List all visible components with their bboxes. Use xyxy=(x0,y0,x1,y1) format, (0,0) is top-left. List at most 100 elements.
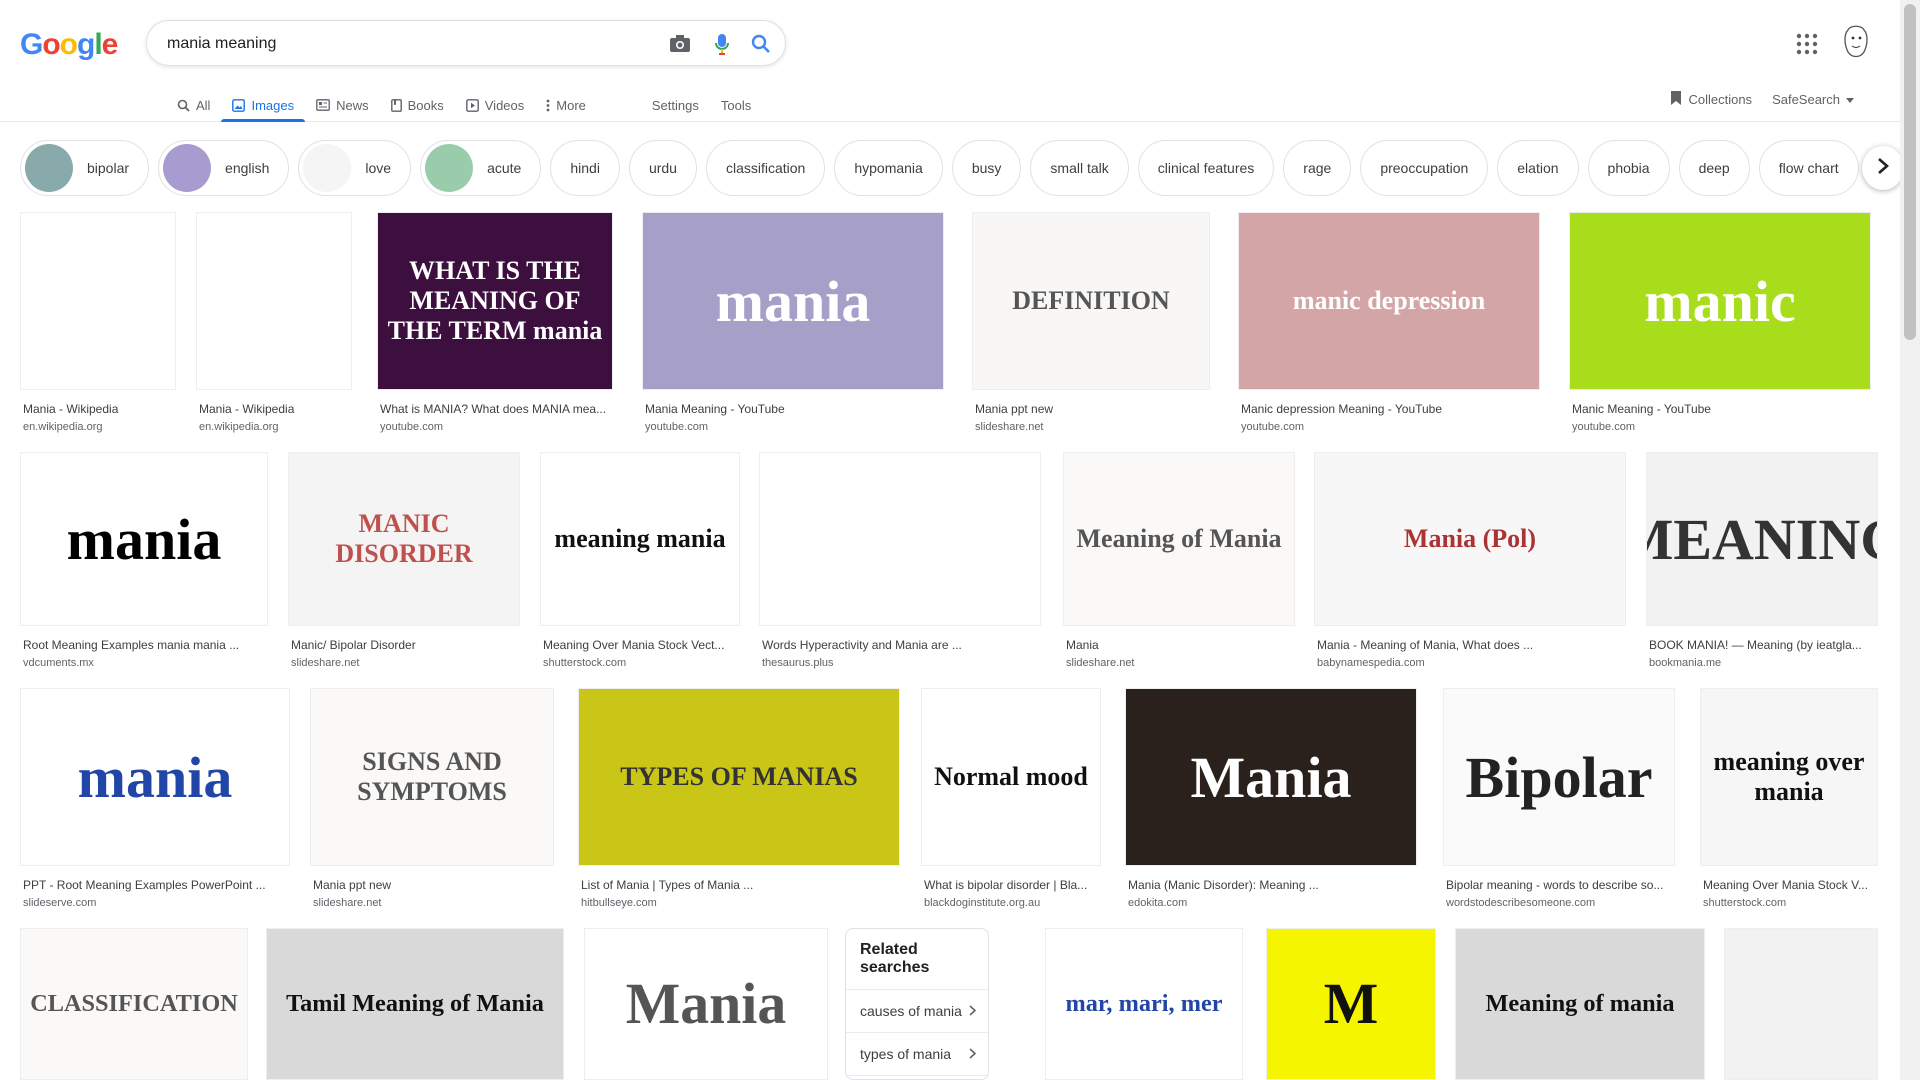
tab-images[interactable]: Images xyxy=(221,88,305,122)
result-thumbnail[interactable]: Meaning of mania xyxy=(1455,928,1705,1080)
result-thumbnail[interactable]: mania xyxy=(20,688,290,866)
result-title[interactable]: Mania - Meaning of Mania, What does ... xyxy=(1317,638,1625,652)
result-source[interactable]: slideshare.net xyxy=(313,897,382,909)
result-thumbnail[interactable] xyxy=(759,452,1041,626)
result-thumbnail[interactable]: MANIC DISORDER xyxy=(288,452,520,626)
tools-link[interactable]: Tools xyxy=(710,88,762,122)
tab-more[interactable]: More xyxy=(535,88,597,122)
camera-icon[interactable] xyxy=(668,32,692,56)
collections-link[interactable]: Collections xyxy=(1670,90,1752,108)
tab-books[interactable]: Books xyxy=(380,88,455,122)
result-source[interactable]: wordstodescribesomeone.com xyxy=(1446,897,1595,909)
result-title[interactable]: What is bipolar disorder | Bla... xyxy=(924,878,1100,892)
chip-rage[interactable]: rage xyxy=(1283,140,1352,196)
result-thumbnail[interactable]: Normal mood xyxy=(921,688,1101,866)
result-thumbnail[interactable] xyxy=(20,212,176,390)
result-thumbnail[interactable]: meaning over mania xyxy=(1700,688,1878,866)
chip-phobia[interactable]: phobia xyxy=(1587,140,1670,196)
result-source[interactable]: slideshare.net xyxy=(975,421,1044,433)
related-search-item[interactable]: types of mania xyxy=(846,1033,988,1076)
result-source[interactable]: thesaurus.plus xyxy=(762,657,834,669)
chip-hindi[interactable]: hindi xyxy=(550,140,620,196)
result-source[interactable]: youtube.com xyxy=(1241,421,1304,433)
search-box[interactable] xyxy=(146,20,786,66)
result-thumbnail[interactable]: mar, mari, mer xyxy=(1045,928,1243,1080)
result-source[interactable]: edokita.com xyxy=(1128,897,1187,909)
result-source[interactable]: slideshare.net xyxy=(291,657,360,669)
chip-clinical-features[interactable]: clinical features xyxy=(1137,140,1275,196)
result-thumbnail[interactable]: WHAT IS THE MEANING OF THE TERM mania xyxy=(377,212,613,390)
chips-next-button[interactable] xyxy=(1862,146,1904,190)
search-icon[interactable] xyxy=(749,32,773,56)
result-thumbnail[interactable]: CLASSIFICATION xyxy=(20,928,248,1080)
related-search-item[interactable]: causes of mania xyxy=(846,990,988,1033)
result-title[interactable]: Mania xyxy=(1066,638,1294,652)
result-title[interactable]: List of Mania | Types of Mania ... xyxy=(581,878,899,892)
result-source[interactable]: vdcuments.mx xyxy=(23,657,94,669)
chip-elation[interactable]: elation xyxy=(1497,140,1579,196)
result-source[interactable]: en.wikipedia.org xyxy=(23,421,103,433)
result-thumbnail[interactable]: Bipolar xyxy=(1443,688,1675,866)
chip-english[interactable]: english xyxy=(158,140,290,196)
result-source[interactable]: youtube.com xyxy=(380,421,443,433)
result-title[interactable]: Meaning Over Mania Stock V... xyxy=(1703,878,1877,892)
safesearch-dropdown[interactable]: SafeSearch xyxy=(1772,92,1854,107)
result-thumbnail[interactable]: M xyxy=(1266,928,1436,1080)
result-thumbnail[interactable]: SIGNS AND SYMPTOMS xyxy=(310,688,554,866)
related-search-item[interactable]: disorder mania xyxy=(846,1076,988,1079)
chip-love[interactable]: love xyxy=(298,140,412,196)
chip-classification[interactable]: classification xyxy=(705,140,826,196)
chip-urdu[interactable]: urdu xyxy=(628,140,697,196)
result-source[interactable]: hitbullseye.com xyxy=(581,897,657,909)
account-avatar[interactable] xyxy=(1840,24,1872,60)
chip-busy[interactable]: busy xyxy=(951,140,1022,196)
result-thumbnail[interactable] xyxy=(196,212,352,390)
result-thumbnail[interactable]: Meaning of Mania xyxy=(1063,452,1295,626)
chip-acute[interactable]: acute xyxy=(420,140,542,196)
chip-bipolar[interactable]: bipolar xyxy=(20,140,150,196)
result-source[interactable]: youtube.com xyxy=(645,421,708,433)
result-thumbnail[interactable]: Mania xyxy=(1125,688,1417,866)
result-title[interactable]: Mania - Wikipedia xyxy=(23,402,175,416)
result-title[interactable]: Root Meaning Examples mania mania ... xyxy=(23,638,267,652)
result-source[interactable]: slideserve.com xyxy=(23,897,96,909)
settings-link[interactable]: Settings xyxy=(641,88,710,122)
result-title[interactable]: Bipolar meaning - words to describe so..… xyxy=(1446,878,1674,892)
result-source[interactable]: blackdoginstitute.org.au xyxy=(924,897,1040,909)
result-source[interactable]: en.wikipedia.org xyxy=(199,421,279,433)
result-source[interactable]: slideshare.net xyxy=(1066,657,1135,669)
tab-videos[interactable]: Videos xyxy=(455,88,536,122)
result-thumbnail[interactable]: meaning mania xyxy=(540,452,740,626)
microphone-icon[interactable] xyxy=(710,32,734,56)
scrollbar[interactable] xyxy=(1900,0,1920,1080)
scrollbar-thumb[interactable] xyxy=(1904,4,1916,340)
result-title[interactable]: Words Hyperactivity and Mania are ... xyxy=(762,638,1040,652)
chip-small-talk[interactable]: small talk xyxy=(1030,140,1129,196)
result-title[interactable]: Mania Meaning - YouTube xyxy=(645,402,943,416)
result-source[interactable]: shutterstock.com xyxy=(1703,897,1786,909)
chip-flow-chart[interactable]: flow chart xyxy=(1758,140,1859,196)
result-title[interactable]: Manic Meaning - YouTube xyxy=(1572,402,1870,416)
search-input[interactable] xyxy=(167,31,647,57)
result-title[interactable]: Manic/ Bipolar Disorder xyxy=(291,638,519,652)
chip-hypomania[interactable]: hypomania xyxy=(834,140,943,196)
result-source[interactable]: bookmania.me xyxy=(1649,657,1721,669)
result-thumbnail[interactable]: Mania xyxy=(584,928,828,1080)
result-title[interactable]: PPT - Root Meaning Examples PowerPoint .… xyxy=(23,878,289,892)
result-source[interactable]: babynamespedia.com xyxy=(1317,657,1425,669)
google-logo[interactable]: Google xyxy=(20,28,118,62)
result-title[interactable]: Mania ppt new xyxy=(313,878,553,892)
result-thumbnail[interactable]: Tamil Meaning of Mania xyxy=(266,928,564,1080)
tab-all[interactable]: All xyxy=(166,88,221,122)
result-title[interactable]: What is MANIA? What does MANIA mea... xyxy=(380,402,612,416)
result-thumbnail[interactable]: manic xyxy=(1569,212,1871,390)
result-source[interactable]: youtube.com xyxy=(1572,421,1635,433)
tab-news[interactable]: News xyxy=(305,88,380,122)
result-thumbnail[interactable]: manic depression xyxy=(1238,212,1540,390)
result-thumbnail[interactable]: mania xyxy=(20,452,268,626)
result-thumbnail[interactable] xyxy=(1724,928,1878,1080)
result-thumbnail[interactable]: mania xyxy=(642,212,944,390)
chip-preoccupation[interactable]: preoccupation xyxy=(1360,140,1489,196)
chip-deep[interactable]: deep xyxy=(1678,140,1750,196)
result-title[interactable]: Mania (Manic Disorder): Meaning ... xyxy=(1128,878,1416,892)
